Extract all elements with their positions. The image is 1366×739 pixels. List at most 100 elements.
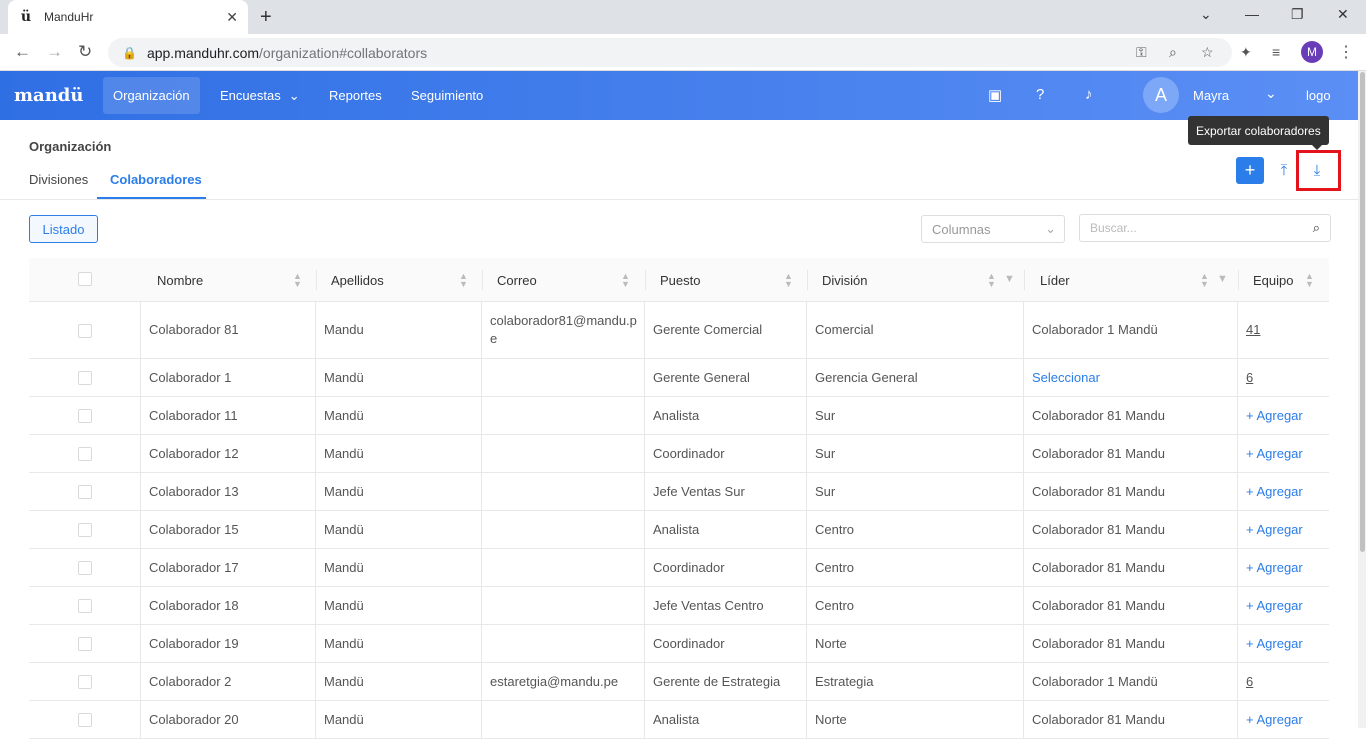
row-checkbox[interactable] <box>78 561 92 575</box>
menu-icon[interactable]: ⋮ <box>1338 42 1354 62</box>
filter-icon[interactable]: ▼ <box>1004 273 1015 285</box>
star-icon[interactable]: ☆ <box>1201 44 1214 61</box>
table-row[interactable]: Colaborador 1 Mandü Gerente General Gerenci… <box>29 359 1329 397</box>
forward-icon[interactable]: → <box>46 42 63 62</box>
filter-icon[interactable]: ▼ <box>1217 273 1228 285</box>
table-row[interactable]: Colaborador 11 Mandü Analista Sur Colaborado… <box>29 397 1329 435</box>
add-team-link[interactable]: + Agregar <box>1246 559 1309 577</box>
sort-icon[interactable]: ▲ ▼ <box>621 272 630 289</box>
back-icon[interactable]: ← <box>14 42 31 62</box>
header-lider[interactable]: Líder <box>1040 258 1070 302</box>
header-puesto[interactable]: Puesto <box>660 258 700 302</box>
add-team-link[interactable]: + Agregar <box>1246 483 1309 501</box>
scrollbar-thumb[interactable] <box>1360 72 1365 552</box>
add-team-link[interactable]: + Agregar <box>1246 635 1309 653</box>
team-count-link[interactable]: 6 <box>1246 673 1259 691</box>
table-row[interactable]: Colaborador 81 Mandu colaborador81@mandu.p… <box>29 302 1329 359</box>
nav-encuestas[interactable]: Encuestas ⌄ <box>210 77 310 114</box>
row-checkbox[interactable] <box>78 675 92 689</box>
sort-icon[interactable]: ▲ ▼ <box>1305 272 1314 289</box>
cell-equipo[interactable]: + Agregar <box>1238 473 1329 510</box>
select-all-checkbox[interactable] <box>78 272 92 286</box>
header-apellidos[interactable]: Apellidos <box>331 258 384 302</box>
row-checkbox[interactable] <box>78 637 92 651</box>
add-team-link[interactable]: + Agregar <box>1246 597 1309 615</box>
tab-close-icon[interactable]: ✕ <box>226 9 238 26</box>
minimize-icon[interactable]: — <box>1245 6 1259 22</box>
cell-equipo[interactable]: + Agregar <box>1238 397 1329 434</box>
add-team-link[interactable]: + Agregar <box>1246 445 1309 463</box>
team-count-link[interactable]: 6 <box>1246 369 1259 387</box>
sort-icon[interactable]: ▲ ▼ <box>459 272 468 289</box>
table-row[interactable]: Colaborador 12 Mandü Coordinador Sur Colabor… <box>29 435 1329 473</box>
add-collaborator-button[interactable]: + <box>1236 157 1264 184</box>
user-menu-chevron-icon[interactable]: ⌄ <box>1265 85 1277 102</box>
header-division[interactable]: División <box>822 258 868 302</box>
row-checkbox[interactable] <box>78 599 92 613</box>
table-row[interactable]: Colaborador 2 Mandü estaretgia@mandu.pe Ger… <box>29 663 1329 701</box>
add-team-link[interactable]: + Agregar <box>1246 521 1309 539</box>
bell-icon[interactable]: ♪ <box>1085 86 1093 103</box>
table-row[interactable]: Colaborador 20 Mandü Analista Norte Colabora… <box>29 701 1329 739</box>
add-team-link[interactable]: + Agregar <box>1246 711 1309 729</box>
header-nombre[interactable]: Nombre <box>157 258 203 302</box>
reload-icon[interactable]: ↻ <box>78 42 92 62</box>
profile-avatar[interactable]: M <box>1301 41 1323 63</box>
new-tab-icon[interactable]: + <box>260 6 272 29</box>
browser-tab[interactable]: ü ManduHr ✕ <box>8 0 248 34</box>
sort-icon[interactable]: ▲ ▼ <box>1200 272 1209 289</box>
maximize-icon[interactable]: ❐ <box>1291 6 1304 23</box>
cell-equipo[interactable]: + Agregar <box>1238 701 1329 738</box>
row-checkbox[interactable] <box>78 523 92 537</box>
add-team-link[interactable]: + Agregar <box>1246 407 1309 425</box>
header-equipo[interactable]: Equipo <box>1253 258 1293 302</box>
table-row[interactable]: Colaborador 13 Mandü Jefe Ventas Sur Sur Col… <box>29 473 1329 511</box>
columns-select[interactable]: Columnas ⌄ <box>921 215 1065 243</box>
table-row[interactable]: Colaborador 15 Mandü Analista Centro Colabor… <box>29 511 1329 549</box>
table-row[interactable]: Colaborador 19 Mandü Coordinador Norte Colab… <box>29 625 1329 663</box>
tab-divisiones[interactable]: Divisiones <box>29 172 88 187</box>
cell-lider[interactable]: Seleccionar <box>1024 359 1238 396</box>
sort-icon[interactable]: ▲ ▼ <box>293 272 302 289</box>
cell-equipo[interactable]: 6 <box>1238 663 1329 700</box>
media-icon[interactable]: ≡ <box>1272 44 1280 60</box>
nav-reportes[interactable]: Reportes <box>319 77 392 114</box>
cell-equipo[interactable]: 41 <box>1238 302 1329 358</box>
key-icon[interactable]: ⚿ <box>1136 44 1147 61</box>
app-logo[interactable]: mandü <box>14 85 83 106</box>
help-icon[interactable]: ? <box>1036 86 1044 103</box>
import-button[interactable]: ⤒ <box>1270 157 1298 184</box>
table-row[interactable]: Colaborador 17 Mandü Coordinador Centro Cola… <box>29 549 1329 587</box>
row-checkbox[interactable] <box>78 485 92 499</box>
cell-equipo[interactable]: 6 <box>1238 359 1329 396</box>
zoom-icon[interactable]: ⌕ <box>1169 44 1177 61</box>
nav-organizacion[interactable]: Organización <box>103 77 200 114</box>
team-count-link[interactable]: 41 <box>1246 321 1266 339</box>
row-checkbox[interactable] <box>78 713 92 727</box>
cell-equipo[interactable]: + Agregar <box>1238 511 1329 548</box>
search-input[interactable]: Buscar... ⌕ <box>1079 214 1331 242</box>
cell-equipo[interactable]: + Agregar <box>1238 625 1329 662</box>
row-checkbox[interactable] <box>78 323 92 338</box>
url-field[interactable]: 🔒 app.manduhr.com/organization#collabora… <box>108 38 1232 67</box>
briefcase-icon[interactable]: ▣ <box>988 86 1002 104</box>
header-correo[interactable]: Correo <box>497 258 537 302</box>
cell-equipo[interactable]: + Agregar <box>1238 435 1329 472</box>
window-close-icon[interactable]: ✕ <box>1337 6 1349 23</box>
row-checkbox[interactable] <box>78 447 92 461</box>
row-checkbox[interactable] <box>78 409 92 423</box>
sort-icon[interactable]: ▲ ▼ <box>987 272 996 289</box>
user-avatar[interactable]: A <box>1143 77 1179 113</box>
sort-icon[interactable]: ▲ ▼ <box>784 272 793 289</box>
listado-button[interactable]: Listado <box>29 215 98 243</box>
tab-colaboradores[interactable]: Colaboradores <box>110 172 202 187</box>
cell-equipo[interactable]: + Agregar <box>1238 549 1329 586</box>
cell-equipo[interactable]: + Agregar <box>1238 587 1329 624</box>
select-leader-link[interactable]: Seleccionar <box>1032 369 1106 387</box>
table-row[interactable]: Colaborador 18 Mandü Jefe Ventas Centro Cen… <box>29 587 1329 625</box>
search-icon[interactable]: ⌕ <box>1313 220 1320 236</box>
nav-seguimiento[interactable]: Seguimiento <box>401 77 493 114</box>
extensions-icon[interactable]: ✦ <box>1240 44 1252 61</box>
tab-search-icon[interactable]: ⌄ <box>1200 6 1212 23</box>
row-checkbox[interactable] <box>78 371 92 385</box>
